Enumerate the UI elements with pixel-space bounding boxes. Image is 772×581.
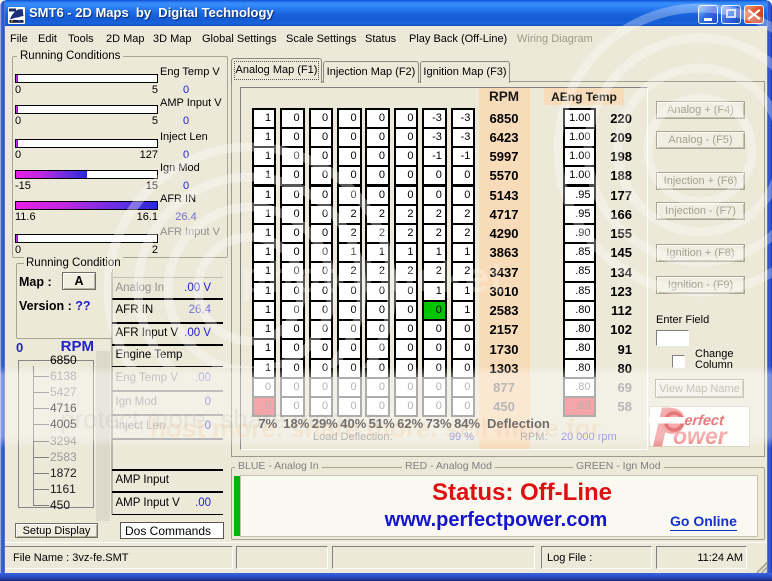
svg-text:ower: ower	[673, 423, 728, 447]
